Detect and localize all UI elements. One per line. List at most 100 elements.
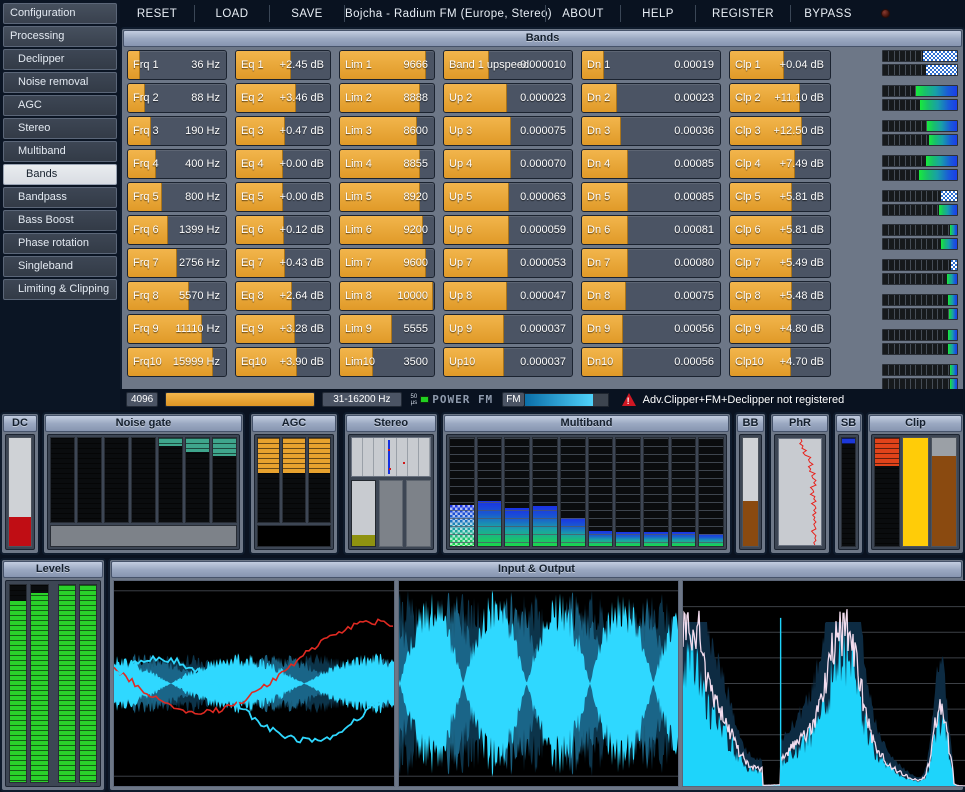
slider-frq-10[interactable]: Frq10 15999 Hz — [127, 347, 227, 377]
meter-panel-sb: SB — [833, 412, 864, 555]
toolbar-bypass-button[interactable]: BYPASS — [791, 8, 865, 20]
sidebar-item-declipper[interactable]: Declipper — [3, 49, 117, 70]
slider-eq-6[interactable]: Eq 6 +0.12 dB — [235, 215, 331, 245]
toolbar-bojcha-radium-fm-europe-stereo-button[interactable]: Bojcha - Radium FM (Europe, Stereo) — [345, 8, 552, 20]
slider-up-8[interactable]: Up 8 0.000047 — [443, 281, 573, 311]
slider-value: 5555 — [403, 323, 428, 335]
slider-lim-7[interactable]: Lim 7 9600 — [339, 248, 435, 278]
toolbar-load-button[interactable]: LOAD — [195, 8, 269, 20]
slider-eq-3[interactable]: Eq 3 +0.47 dB — [235, 116, 331, 146]
slider-eq-1[interactable]: Eq 1 +2.45 dB — [235, 50, 331, 80]
slider-dn-8[interactable]: Dn 8 0.00075 — [581, 281, 721, 311]
slider-clp-1[interactable]: Clp 1 +0.04 dB — [729, 50, 831, 80]
toolbar-about-button[interactable]: ABOUT — [546, 8, 620, 20]
slider-dn-10[interactable]: Dn10 0.00056 — [581, 347, 721, 377]
sidebar-item-phase-rotation[interactable]: Phase rotation — [3, 233, 117, 254]
slider-lim-6[interactable]: Lim 6 9200 — [339, 215, 435, 245]
slider-clp-4[interactable]: Clp 4 +7.49 dB — [729, 149, 831, 179]
sidebar-item-configuration[interactable]: Configuration — [3, 3, 117, 24]
slider-lim-8[interactable]: Lim 8 10000 — [339, 281, 435, 311]
slider-frq-5[interactable]: Frq 5 800 Hz — [127, 182, 227, 212]
slider-frq-7[interactable]: Frq 7 2756 Hz — [127, 248, 227, 278]
slider-clp-9[interactable]: Clp 9 +4.80 dB — [729, 314, 831, 344]
slider-clp-5[interactable]: Clp 5 +5.81 dB — [729, 182, 831, 212]
spectrum-analyzer — [682, 580, 965, 787]
meter-bar-1 — [257, 437, 281, 523]
slider-label: Lim10 — [345, 356, 375, 368]
band-meter-2 — [882, 84, 958, 111]
toolbar-register-button[interactable]: REGISTER — [696, 8, 790, 20]
slider-dn-7[interactable]: Dn 7 0.00080 — [581, 248, 721, 278]
slider-up-1[interactable]: Band 1 upspeed 0.000010 — [443, 50, 573, 80]
slider-lim-9[interactable]: Lim 9 5555 — [339, 314, 435, 344]
slider-eq-9[interactable]: Eq 9 +3.28 dB — [235, 314, 331, 344]
sidebar-item-limiting-clipping[interactable]: Limiting & Clipping — [3, 279, 117, 300]
slider-lim-5[interactable]: Lim 5 8920 — [339, 182, 435, 212]
meter-panel-stereo: Stereo — [343, 412, 439, 555]
sidebar-item-processing[interactable]: Processing — [3, 26, 117, 47]
slider-lim-10[interactable]: Lim10 3500 — [339, 347, 435, 377]
slider-value: 36 Hz — [191, 59, 220, 71]
slider-eq-8[interactable]: Eq 8 +2.64 dB — [235, 281, 331, 311]
slider-lim-2[interactable]: Lim 2 8888 — [339, 83, 435, 113]
slider-frq-2[interactable]: Frq 2 88 Hz — [127, 83, 227, 113]
sidebar-item-stereo[interactable]: Stereo — [3, 118, 117, 139]
slider-label: Frq 3 — [133, 125, 159, 137]
slider-clp-10[interactable]: Clp10 +4.70 dB — [729, 347, 831, 377]
slider-up-6[interactable]: Up 6 0.000059 — [443, 215, 573, 245]
sidebar-item-noise-removal[interactable]: Noise removal — [3, 72, 117, 93]
sidebar-item-bands[interactable]: Bands — [3, 164, 117, 185]
toolbar-reset-button[interactable]: RESET — [120, 8, 194, 20]
slider-clp-7[interactable]: Clp 7 +5.49 dB — [729, 248, 831, 278]
slider-dn-4[interactable]: Dn 4 0.00085 — [581, 149, 721, 179]
slider-frq-1[interactable]: Frq 1 36 Hz — [127, 50, 227, 80]
slider-up-10[interactable]: Up10 0.000037 — [443, 347, 573, 377]
meter-panel-bb: BB — [734, 412, 767, 555]
slider-eq-7[interactable]: Eq 7 +0.43 dB — [235, 248, 331, 278]
slider-frq-3[interactable]: Frq 3 190 Hz — [127, 116, 227, 146]
slider-dn-3[interactable]: Dn 3 0.00036 — [581, 116, 721, 146]
slider-eq-4[interactable]: Eq 4 +0.00 dB — [235, 149, 331, 179]
buffer-fill-bar[interactable] — [165, 392, 316, 407]
toolbar-help-button[interactable]: HELP — [621, 8, 695, 20]
slider-label: Clp 7 — [735, 257, 761, 269]
slider-dn-5[interactable]: Dn 5 0.00085 — [581, 182, 721, 212]
slider-lim-3[interactable]: Lim 3 8600 — [339, 116, 435, 146]
slider-dn-2[interactable]: Dn 2 0.00023 — [581, 83, 721, 113]
slider-up-4[interactable]: Up 4 0.000070 — [443, 149, 573, 179]
slider-clp-6[interactable]: Clp 6 +5.81 dB — [729, 215, 831, 245]
slider-dn-9[interactable]: Dn 9 0.00056 — [581, 314, 721, 344]
slider-eq-2[interactable]: Eq 2 +3.46 dB — [235, 83, 331, 113]
sidebar-item-singleband[interactable]: Singleband — [3, 256, 117, 277]
slider-frq-4[interactable]: Frq 4 400 Hz — [127, 149, 227, 179]
sidebar-item-agc[interactable]: AGC — [3, 95, 117, 116]
goniometer-display — [351, 437, 431, 477]
slider-eq-10[interactable]: Eq10 +3.90 dB — [235, 347, 331, 377]
slider-up-9[interactable]: Up 9 0.000037 — [443, 314, 573, 344]
slider-frq-8[interactable]: Frq 8 5570 Hz — [127, 281, 227, 311]
meter-bar-4 — [131, 437, 156, 523]
slider-clp-2[interactable]: Clp 2 +11.10 dB — [729, 83, 831, 113]
sidebar-item-bass-boost[interactable]: Bass Boost — [3, 210, 117, 231]
slider-frq-9[interactable]: Frq 9 11110 Hz — [127, 314, 227, 344]
slider-dn-1[interactable]: Dn 1 0.00019 — [581, 50, 721, 80]
sidebar-item-bandpass[interactable]: Bandpass — [3, 187, 117, 208]
slider-up-3[interactable]: Up 3 0.000075 — [443, 116, 573, 146]
slider-lim-4[interactable]: Lim 4 8855 — [339, 149, 435, 179]
slider-up-7[interactable]: Up 7 0.000053 — [443, 248, 573, 278]
slider-clp-3[interactable]: Clp 3 +12.50 dB — [729, 116, 831, 146]
slider-value: 9600 — [403, 257, 428, 269]
band-meter-fill — [916, 85, 957, 96]
sidebar-item-multiband[interactable]: Multiband — [3, 141, 117, 162]
slider-up-2[interactable]: Up 2 0.000023 — [443, 83, 573, 113]
meter-bar-2 — [282, 437, 306, 523]
slider-label: Dn 1 — [587, 59, 611, 71]
slider-clp-8[interactable]: Clp 8 +5.48 dB — [729, 281, 831, 311]
slider-lim-1[interactable]: Lim 1 9666 — [339, 50, 435, 80]
slider-eq-5[interactable]: Eq 5 +0.00 dB — [235, 182, 331, 212]
meter-footer — [50, 525, 237, 547]
toolbar-save-button[interactable]: SAVE — [270, 8, 344, 20]
slider-dn-6[interactable]: Dn 6 0.00081 — [581, 215, 721, 245]
slider-frq-6[interactable]: Frq 6 1399 Hz — [127, 215, 227, 245]
slider-up-5[interactable]: Up 5 0.000063 — [443, 182, 573, 212]
